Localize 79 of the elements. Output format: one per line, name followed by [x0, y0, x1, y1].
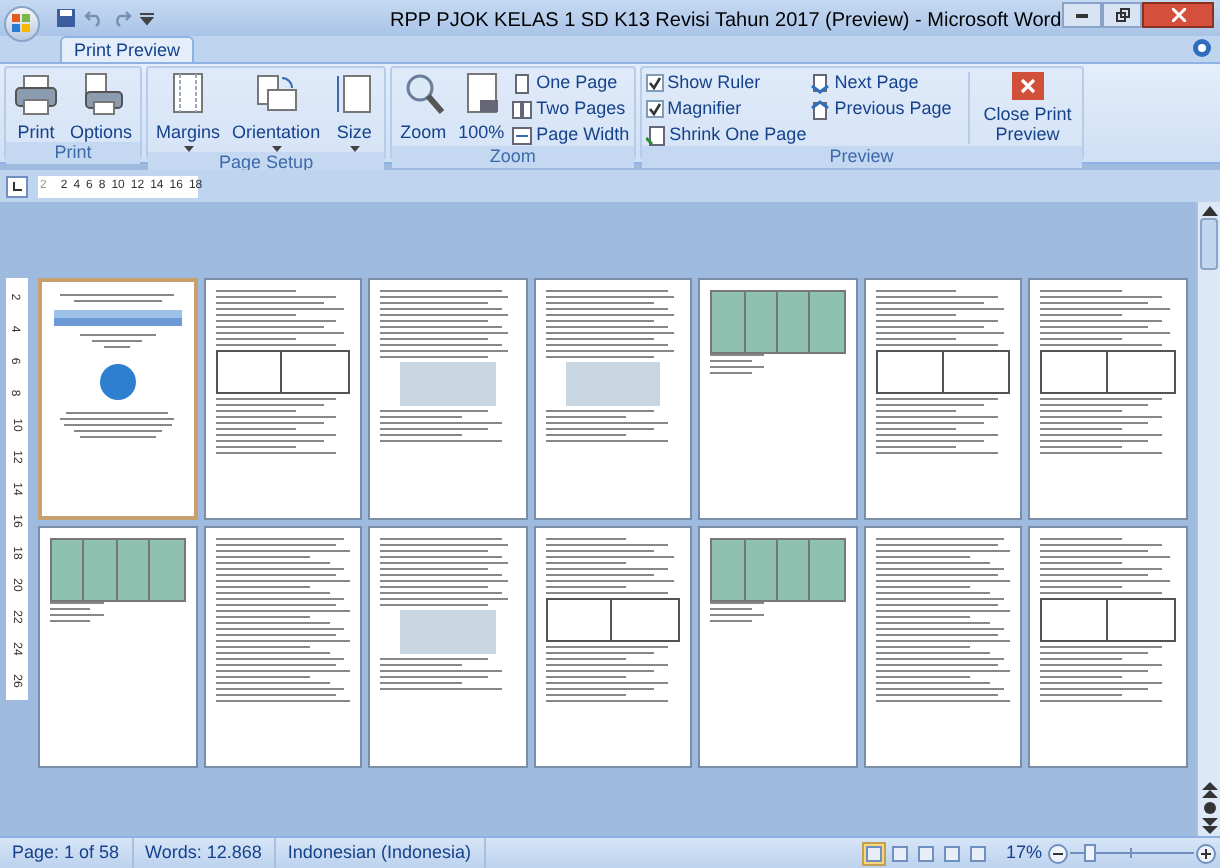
- ribbon-button[interactable]: Shrink One Page: [645, 124, 807, 146]
- zoom-slider[interactable]: [1070, 843, 1194, 863]
- page-thumbnail[interactable]: [368, 526, 528, 768]
- checkbox-label: Show Ruler: [667, 72, 761, 94]
- ribbon-button[interactable]: Size: [328, 72, 381, 152]
- zoom-level[interactable]: 17%: [1005, 839, 1042, 867]
- restore-button[interactable]: [1102, 2, 1142, 28]
- ribbon-button[interactable]: Margins: [152, 72, 225, 152]
- page-thumbnail[interactable]: [1028, 526, 1188, 768]
- ribbon-button[interactable]: Two Pages: [512, 98, 630, 120]
- printer-icon: [14, 72, 58, 116]
- checkbox[interactable]: [645, 100, 664, 118]
- ribbon-button[interactable]: Zoom: [396, 72, 451, 142]
- view-button[interactable]: [965, 841, 990, 865]
- status-item: Indonesian (Indonesia): [275, 838, 485, 868]
- ribbon-button[interactable]: Options: [66, 72, 137, 142]
- save-icon[interactable]: [56, 8, 76, 28]
- ribbon-button[interactable]: Previous Page: [810, 98, 952, 120]
- magnifier-icon: [401, 72, 446, 116]
- previous-page-icon[interactable]: [1201, 782, 1217, 798]
- select-browse-object-icon[interactable]: [1203, 802, 1215, 814]
- minimize-icon: [1076, 13, 1088, 17]
- ribbon-button[interactable]: Next Page: [810, 72, 952, 94]
- page-thumbnail[interactable]: [203, 526, 363, 768]
- ribbon-button[interactable]: 100%: [454, 72, 509, 142]
- view-button[interactable]: [913, 841, 938, 865]
- close-preview-button[interactable]: Close Print Preview: [967, 72, 1078, 144]
- ribbon-button[interactable]: Page Width: [512, 124, 630, 146]
- scrollbar-thumb[interactable]: [1200, 218, 1218, 270]
- checkbox-label: Magnifier: [667, 98, 742, 120]
- minimize-button[interactable]: [1062, 2, 1102, 28]
- printer-options-icon: [79, 72, 124, 116]
- window-title: RPP PJOK KELAS 1 SD K13 Revisi Tahun 2017 (Preview) - Microsoft Word: [390, 8, 1062, 36]
- page-width-icon: [512, 125, 533, 145]
- ruler-toggle[interactable]: [6, 175, 28, 197]
- group-label: Print: [6, 142, 141, 164]
- page-thumbnail[interactable]: [1028, 278, 1188, 520]
- previous-page-icon: [810, 99, 831, 119]
- office-logo-icon: [12, 14, 32, 34]
- page-thumbnail[interactable]: [38, 526, 198, 768]
- ribbon-button[interactable]: One Page: [512, 72, 630, 94]
- group-label: Preview: [641, 146, 1082, 168]
- ribbon-button[interactable]: Orientation: [228, 72, 325, 152]
- page-thumbnail[interactable]: [863, 526, 1023, 768]
- zoom-slider-thumb[interactable]: [1083, 843, 1096, 861]
- restore-icon: [1115, 8, 1129, 22]
- status-item: Page: 1 of 58: [0, 838, 134, 868]
- checkbox[interactable]: [645, 74, 664, 92]
- vertical-scrollbar[interactable]: [1196, 202, 1220, 836]
- page-thumbnail[interactable]: [698, 526, 858, 768]
- zoom-out-icon[interactable]: [1048, 843, 1068, 863]
- close-icon: [1171, 8, 1185, 22]
- ribbon-tab[interactable]: Print Preview: [60, 36, 195, 62]
- view-button[interactable]: [939, 841, 964, 865]
- page-thumbnail[interactable]: [368, 278, 528, 520]
- group-label: Zoom: [392, 146, 634, 168]
- tab-stop-icon: [12, 181, 22, 191]
- page-icon: [512, 73, 533, 93]
- page-size-icon: [332, 72, 377, 116]
- page-thumbnail[interactable]: [533, 526, 693, 768]
- shrink-page-icon: [645, 125, 666, 145]
- status-item: Words: 12.868: [133, 838, 276, 868]
- page-thumbnail[interactable]: [203, 278, 363, 520]
- close-button[interactable]: [1142, 2, 1214, 28]
- zoom-in-icon[interactable]: [1196, 843, 1216, 863]
- page-thumbnail[interactable]: [698, 278, 858, 520]
- ribbon-button[interactable]: Print: [10, 72, 62, 142]
- view-button[interactable]: [861, 841, 886, 865]
- next-page-icon: [810, 73, 831, 93]
- two-pages-icon: [512, 99, 533, 119]
- customize-dropdown-icon[interactable]: [140, 10, 154, 26]
- view-button[interactable]: [887, 841, 912, 865]
- page-thumbnail[interactable]: [533, 278, 693, 520]
- page-thumbnail[interactable]: [38, 278, 198, 520]
- office-button[interactable]: [4, 6, 40, 42]
- page-thumbnail[interactable]: [863, 278, 1023, 520]
- close-icon: [1011, 72, 1044, 100]
- help-icon[interactable]: [1192, 38, 1212, 58]
- orientation-icon: [254, 72, 299, 116]
